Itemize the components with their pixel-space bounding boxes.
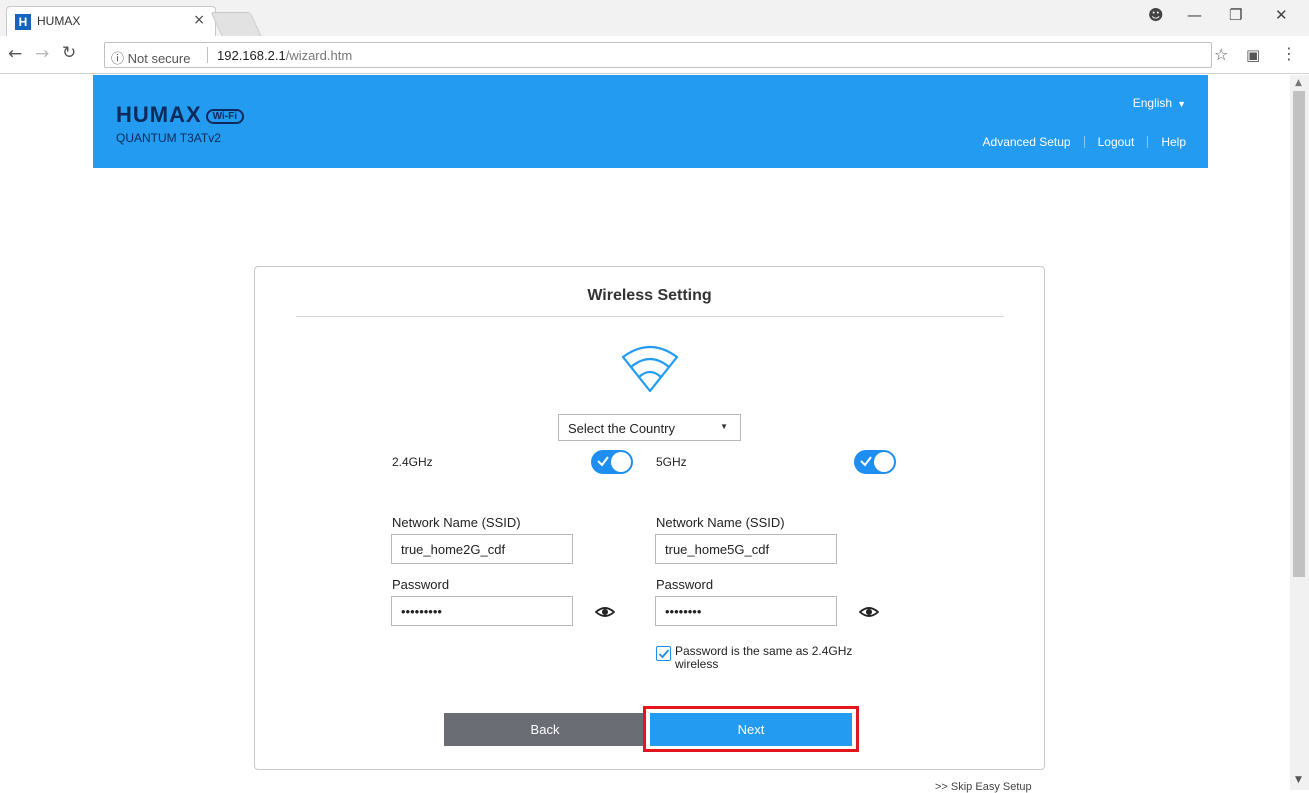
url-path: /wizard.htm	[285, 48, 353, 63]
toggle-knob	[611, 452, 631, 472]
next-button-highlight	[643, 706, 859, 752]
browser-tab-bar: H HUMAX × ☻ — ❐ ✕	[0, 0, 1309, 36]
password-24-input[interactable]	[391, 596, 573, 626]
forward-arrow-icon[interactable]: →	[35, 44, 49, 64]
band-5-toggle[interactable]	[854, 450, 896, 474]
scroll-down-icon[interactable]: ▼	[1295, 775, 1302, 785]
account-icon[interactable]: ☻	[1148, 6, 1164, 24]
advanced-setup-link[interactable]: Advanced Setup	[983, 135, 1071, 149]
skip-easy-setup-link[interactable]: >> Skip Easy Setup	[935, 781, 1032, 793]
scroll-up-icon[interactable]: ▲	[1295, 78, 1302, 88]
link-divider	[1083, 136, 1085, 148]
link-divider	[1147, 136, 1149, 148]
model-name: QUANTUM T3ATv2	[116, 131, 221, 145]
url-text: 192.168.2.1/wizard.htm	[217, 48, 352, 63]
brand-name: HUMAX	[116, 102, 202, 127]
band-24-toggle[interactable]	[591, 450, 633, 474]
band-5-label: 5GHz	[656, 455, 687, 469]
back-arrow-icon[interactable]: ←	[8, 44, 22, 64]
caret-down-icon: ▼	[1177, 99, 1186, 109]
minimize-icon[interactable]: —	[1187, 6, 1202, 24]
address-bar-row: ← → ↻ ⓘ Not secure 192.168.2.1/wizard.ht…	[0, 36, 1309, 74]
browser-tab[interactable]: H HUMAX ×	[6, 6, 216, 36]
language-label: English	[1132, 96, 1173, 110]
ssid-5-input[interactable]	[655, 534, 837, 564]
url-field[interactable]: ⓘ Not secure 192.168.2.1/wizard.htm	[104, 42, 1212, 68]
close-window-icon[interactable]: ✕	[1275, 6, 1288, 24]
check-icon	[597, 456, 609, 467]
show-password-24-icon[interactable]	[595, 602, 615, 622]
band-24-label: 2.4GHz	[392, 455, 433, 469]
humax-logo: HUMAX Wi-Fi	[116, 102, 245, 128]
back-button[interactable]: Back	[444, 713, 646, 746]
country-select[interactable]: Select the Country ▼	[558, 414, 741, 441]
show-password-5-icon[interactable]	[859, 602, 879, 622]
country-select-value: Select the Country	[568, 421, 675, 436]
router-header: HUMAX Wi-Fi QUANTUM T3ATv2 English ▼ Advan…	[93, 75, 1208, 168]
language-select[interactable]: English ▼	[1133, 96, 1186, 110]
bookmark-star-icon[interactable]: ☆	[1214, 45, 1228, 64]
same-password-label[interactable]: Password is the same as 2.4GHz wireless	[675, 645, 895, 671]
page-scrollbar[interactable]: ▲ ▼	[1290, 75, 1309, 790]
logout-link[interactable]: Logout	[1098, 135, 1135, 149]
ssid-24-input[interactable]	[391, 534, 573, 564]
check-icon	[860, 456, 872, 467]
cast-icon[interactable]: ▣	[1246, 46, 1260, 64]
new-tab-button[interactable]	[210, 12, 262, 36]
restore-icon[interactable]: ❐	[1229, 6, 1242, 24]
wifi-icon	[621, 345, 679, 393]
caret-down-icon: ▼	[720, 422, 728, 431]
password-5-input[interactable]	[655, 596, 837, 626]
url-host: 192.168.2.1	[217, 48, 286, 63]
menu-icon[interactable]: ⋮	[1281, 44, 1297, 63]
same-password-checkbox[interactable]	[656, 646, 671, 661]
toggle-knob	[874, 452, 894, 472]
scrollbar-thumb[interactable]	[1293, 91, 1305, 577]
wireless-setting-card: Wireless Setting Select the Country ▼ 2.…	[254, 266, 1045, 770]
header-links: Advanced Setup Logout Help	[983, 135, 1186, 149]
security-indicator[interactable]: ⓘ Not secure	[111, 48, 190, 67]
tab-close-icon[interactable]: ×	[193, 12, 205, 28]
omnibox-divider	[207, 47, 208, 63]
check-icon	[658, 649, 670, 659]
password-24-label: Password	[392, 577, 450, 592]
ssid-24-label: Network Name (SSID)	[392, 515, 521, 530]
password-5-label: Password	[656, 577, 714, 592]
tab-title: HUMAX	[37, 14, 81, 28]
title-divider	[296, 316, 1004, 317]
ssid-5-label: Network Name (SSID)	[656, 515, 785, 530]
reload-icon[interactable]: ↻	[62, 43, 76, 63]
card-title: Wireless Setting	[587, 287, 712, 304]
help-link[interactable]: Help	[1161, 135, 1186, 149]
wifi-badge: Wi-Fi	[205, 109, 245, 124]
humax-favicon-icon: H	[15, 14, 31, 30]
